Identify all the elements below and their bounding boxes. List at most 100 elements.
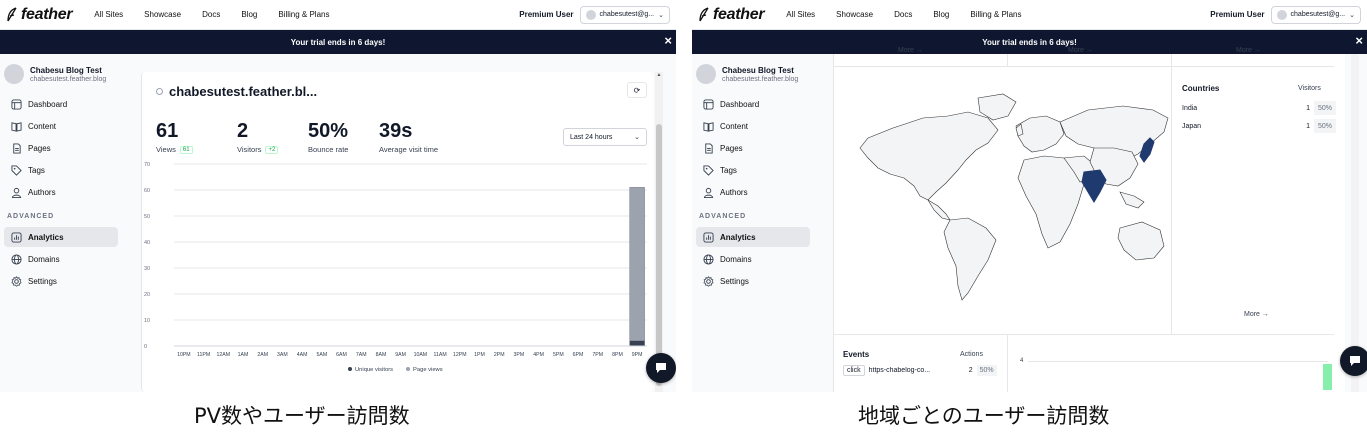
table-row[interactable]: click https-chabelog-co... 2 50% [843, 365, 997, 376]
user-menu[interactable]: chabesutest@g... ⌄ [579, 5, 670, 24]
views-chart: 0 10 20 30 40 50 60 70 10PM 11PM 12AM 1AM 2AM 3AM 4AM 5… [144, 162, 647, 373]
trial-banner: Your trial ends in 6 days! × [0, 30, 676, 54]
chevron-down-icon: ⌄ [658, 11, 664, 19]
status-icon [156, 88, 163, 95]
map-se-islands [1119, 191, 1145, 209]
event-count: 2 [968, 367, 973, 374]
nav-docs[interactable]: Docs [202, 10, 220, 19]
caption-right: 地域ごとのユーザー訪問数 [858, 404, 1110, 428]
top-nav: feather All Sites Showcase Docs Blog Bil… [692, 0, 1367, 30]
sidebar-item-settings[interactable]: Settings [4, 271, 118, 291]
nav-showcase[interactable]: Showcase [144, 10, 181, 19]
stat-label: Visitors [237, 145, 262, 154]
x-tick-label: 10AM [414, 352, 428, 358]
sidebar-item-content[interactable]: Content [696, 116, 810, 136]
nav-billing[interactable]: Billing & Plans [278, 10, 329, 19]
sidebar-item-content[interactable]: Content [4, 116, 118, 136]
trial-banner: Your trial ends in 6 days! × [692, 30, 1367, 54]
scrollbar[interactable] [1351, 54, 1359, 392]
sidebar-item-label: Dashboard [720, 99, 760, 109]
y-tick-label: 60 [144, 188, 150, 194]
sidebar-item-authors[interactable]: Authors [696, 182, 810, 202]
actions-title: Actions [960, 351, 983, 358]
sidebar-item-domains[interactable]: Domains [4, 249, 118, 269]
sidebar-item-domains[interactable]: Domains [696, 249, 810, 269]
brand-name: feather [713, 5, 765, 23]
legend-marker [348, 367, 352, 371]
user-icon [703, 187, 714, 198]
site-switcher[interactable]: Chabesu Blog Test chabesutest.feather.bl… [0, 54, 124, 92]
sidebar-item-tags[interactable]: Tags [696, 160, 810, 180]
sidebar-section-advanced: ADVANCED [699, 213, 747, 220]
book-icon [703, 121, 714, 132]
sidebar-item-label: Content [720, 121, 749, 131]
more-link[interactable]: More → [1236, 47, 1261, 54]
plan-label: Premium User [519, 10, 574, 19]
x-tick-label: 11AM [433, 352, 446, 358]
nav-all-sites[interactable]: All Sites [786, 10, 815, 19]
page-icon [705, 142, 713, 154]
refresh-button[interactable]: ⟳ [627, 82, 647, 98]
stat-label: Views [156, 145, 176, 154]
chat-button[interactable] [1340, 346, 1367, 376]
stat-value: 61 [156, 120, 179, 142]
nav-billing[interactable]: Billing & Plans [970, 10, 1021, 19]
more-link[interactable]: More → [898, 47, 923, 54]
sidebar-item-dashboard[interactable]: Dashboard [696, 94, 810, 114]
event-type: click [843, 365, 865, 376]
list-item[interactable]: India 1 50% [1182, 101, 1336, 115]
x-tick-label: 10PM [177, 352, 191, 358]
user-email: chabesutest@g... [599, 11, 655, 18]
nav-all-sites[interactable]: All Sites [94, 10, 123, 19]
chat-icon [656, 363, 666, 373]
map-central-america [927, 199, 951, 221]
sidebar-item-pages[interactable]: Pages [4, 138, 118, 158]
countries-title: Countries [1182, 84, 1220, 93]
sidebar-item-analytics[interactable]: Analytics [4, 227, 118, 247]
user-menu[interactable]: chabesutest@g... ⌄ [1270, 5, 1361, 24]
sidebar-item-tags[interactable]: Tags [4, 160, 118, 180]
nav-blog[interactable]: Blog [933, 10, 949, 19]
logo[interactable]: feather [6, 5, 73, 24]
date-range-select[interactable]: Last 24 hours ⌄ [563, 128, 647, 146]
scrollbar[interactable]: ▲ [655, 72, 663, 392]
y-tick-label: 50 [144, 214, 150, 220]
site-switcher[interactable]: Chabesu Blog Test chabesutest.feather.bl… [692, 54, 816, 92]
x-tick-label: 12AM [216, 352, 230, 358]
sidebar-item-dashboard[interactable]: Dashboard [4, 94, 118, 114]
list-item[interactable]: Japan 1 50% [1182, 119, 1336, 133]
sidebar-item-label: Tags [28, 165, 45, 175]
stat-visit-time: 39s Average visit time [379, 120, 438, 154]
more-link[interactable]: More → [1068, 47, 1093, 54]
nav-showcase[interactable]: Showcase [836, 10, 873, 19]
brand-name: feather [21, 5, 73, 23]
scroll-up-icon[interactable]: ▲ [656, 72, 662, 78]
country-visitors: 1 [1306, 104, 1310, 112]
nav-docs[interactable]: Docs [894, 10, 912, 19]
sidebar-item-authors[interactable]: Authors [4, 182, 118, 202]
page-title: chabesutest.feather.bl... [156, 84, 317, 99]
chat-button[interactable] [646, 353, 676, 383]
more-link[interactable]: More → [1244, 311, 1269, 318]
scrollbar-thumb[interactable] [656, 124, 662, 386]
event-target: https-chabelog-co... [868, 367, 931, 374]
avatar [585, 9, 596, 20]
sidebar-item-label: Analytics [28, 232, 64, 242]
mini-chart-tick: 4 [1020, 358, 1024, 364]
logo[interactable]: feather [698, 5, 765, 24]
chat-icon [1350, 356, 1360, 366]
x-tick-label: 3PM [514, 352, 525, 358]
geo-card: More → More → More → Countries Visitors … [833, 47, 1345, 392]
map-south-america [943, 217, 997, 301]
sidebar-item-settings[interactable]: Settings [696, 271, 810, 291]
globe-icon [11, 253, 22, 265]
map-north-america [859, 111, 999, 201]
close-icon[interactable]: × [664, 34, 672, 48]
sidebar-item-analytics[interactable]: Analytics [696, 227, 810, 247]
sidebar-item-label: Dashboard [28, 99, 68, 109]
sidebar-item-label: Domains [720, 254, 752, 264]
visitors-title: Visitors [1298, 85, 1321, 92]
close-icon[interactable]: × [1355, 34, 1363, 48]
nav-blog[interactable]: Blog [241, 10, 257, 19]
sidebar-item-pages[interactable]: Pages [696, 138, 810, 158]
